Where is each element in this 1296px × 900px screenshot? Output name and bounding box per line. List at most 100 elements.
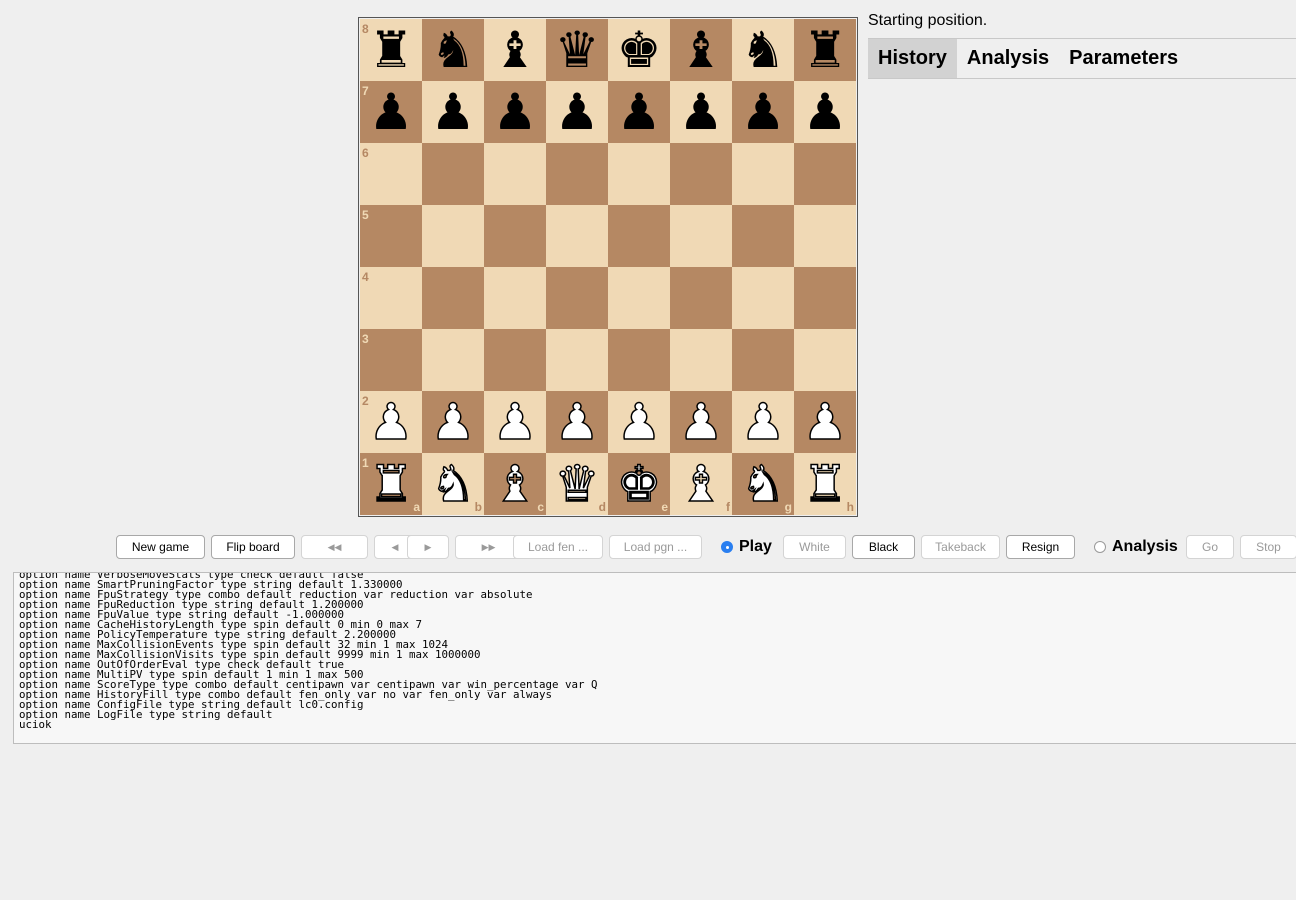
white-knight-icon[interactable]: ♞: [430, 458, 476, 510]
black-bishop-icon[interactable]: ♝: [679, 25, 724, 75]
square-g2[interactable]: ♟: [732, 391, 794, 453]
white-pawn-icon[interactable]: ♟: [492, 396, 538, 448]
square-b1[interactable]: ♞ b: [422, 453, 484, 515]
square-f1[interactable]: ♝ f: [670, 453, 732, 515]
first-move-button[interactable]: ◀◀: [301, 535, 368, 559]
square-a3[interactable]: 3: [360, 329, 422, 391]
square-g4[interactable]: [732, 267, 794, 329]
go-button[interactable]: Go: [1186, 535, 1234, 559]
square-d2[interactable]: ♟: [546, 391, 608, 453]
load-fen-button[interactable]: Load fen ...: [513, 535, 603, 559]
white-rook-icon[interactable]: ♜: [802, 458, 848, 510]
square-h3[interactable]: [794, 329, 856, 391]
square-b7[interactable]: ♟: [422, 81, 484, 143]
square-e2[interactable]: ♟: [608, 391, 670, 453]
white-pawn-icon[interactable]: ♟: [368, 396, 414, 448]
tab-analysis[interactable]: Analysis: [957, 39, 1059, 78]
black-queen-icon[interactable]: ♛: [555, 25, 600, 75]
load-pgn-button[interactable]: Load pgn ...: [609, 535, 702, 559]
takeback-button[interactable]: Takeback: [921, 535, 1000, 559]
analysis-radio[interactable]: [1094, 541, 1106, 553]
square-g3[interactable]: [732, 329, 794, 391]
square-h6[interactable]: [794, 143, 856, 205]
square-b6[interactable]: [422, 143, 484, 205]
square-f2[interactable]: ♟: [670, 391, 732, 453]
black-pawn-icon[interactable]: ♟: [493, 87, 538, 137]
white-knight-icon[interactable]: ♞: [740, 458, 786, 510]
black-king-icon[interactable]: ♚: [617, 25, 662, 75]
square-a1[interactable]: ♜ 1 a: [360, 453, 422, 515]
square-a2[interactable]: ♟ 2: [360, 391, 422, 453]
square-h7[interactable]: ♟: [794, 81, 856, 143]
square-b8[interactable]: ♞: [422, 19, 484, 81]
white-bishop-icon[interactable]: ♝: [678, 458, 724, 510]
black-rook-icon[interactable]: ♜: [803, 25, 848, 75]
square-c4[interactable]: [484, 267, 546, 329]
square-g1[interactable]: ♞ g: [732, 453, 794, 515]
square-h2[interactable]: ♟: [794, 391, 856, 453]
square-c1[interactable]: ♝ c: [484, 453, 546, 515]
square-e8[interactable]: ♚: [608, 19, 670, 81]
square-f6[interactable]: [670, 143, 732, 205]
tab-history[interactable]: History: [868, 39, 957, 78]
black-knight-icon[interactable]: ♞: [431, 25, 476, 75]
black-pawn-icon[interactable]: ♟: [617, 87, 662, 137]
square-h5[interactable]: [794, 205, 856, 267]
square-h8[interactable]: ♜: [794, 19, 856, 81]
square-d4[interactable]: [546, 267, 608, 329]
white-king-icon[interactable]: ♚: [616, 458, 662, 510]
square-f8[interactable]: ♝: [670, 19, 732, 81]
square-c6[interactable]: [484, 143, 546, 205]
square-a6[interactable]: 6: [360, 143, 422, 205]
play-radio[interactable]: [721, 541, 733, 553]
square-e7[interactable]: ♟: [608, 81, 670, 143]
square-e5[interactable]: [608, 205, 670, 267]
square-a5[interactable]: 5: [360, 205, 422, 267]
white-pawn-icon[interactable]: ♟: [616, 396, 662, 448]
square-e3[interactable]: [608, 329, 670, 391]
white-pawn-icon[interactable]: ♟: [678, 396, 724, 448]
engine-log[interactable]: option name VerboseMoveStats type check …: [13, 572, 1296, 744]
square-e4[interactable]: [608, 267, 670, 329]
square-f7[interactable]: ♟: [670, 81, 732, 143]
square-f5[interactable]: [670, 205, 732, 267]
new-game-button[interactable]: New game: [116, 535, 205, 559]
play-mode-option[interactable]: Play: [721, 535, 772, 559]
white-pawn-icon[interactable]: ♟: [740, 396, 786, 448]
black-pawn-icon[interactable]: ♟: [431, 87, 476, 137]
stop-button[interactable]: Stop: [1240, 535, 1296, 559]
square-c3[interactable]: [484, 329, 546, 391]
square-b5[interactable]: [422, 205, 484, 267]
play-black-button[interactable]: Black: [852, 535, 915, 559]
play-white-button[interactable]: White: [783, 535, 846, 559]
square-d6[interactable]: [546, 143, 608, 205]
black-pawn-icon[interactable]: ♟: [555, 87, 600, 137]
white-bishop-icon[interactable]: ♝: [492, 458, 538, 510]
black-knight-icon[interactable]: ♞: [741, 25, 786, 75]
square-e6[interactable]: [608, 143, 670, 205]
square-d1[interactable]: ♛ d: [546, 453, 608, 515]
square-a8[interactable]: ♜ 8: [360, 19, 422, 81]
square-g7[interactable]: ♟: [732, 81, 794, 143]
analysis-mode-option[interactable]: Analysis: [1094, 535, 1178, 559]
white-pawn-icon[interactable]: ♟: [554, 396, 600, 448]
square-c5[interactable]: [484, 205, 546, 267]
square-g5[interactable]: [732, 205, 794, 267]
white-pawn-icon[interactable]: ♟: [430, 396, 476, 448]
square-b2[interactable]: ♟: [422, 391, 484, 453]
square-d5[interactable]: [546, 205, 608, 267]
white-rook-icon[interactable]: ♜: [368, 458, 414, 510]
black-pawn-icon[interactable]: ♟: [369, 87, 414, 137]
black-pawn-icon[interactable]: ♟: [803, 87, 848, 137]
square-h1[interactable]: ♜ h: [794, 453, 856, 515]
square-f4[interactable]: [670, 267, 732, 329]
resign-button[interactable]: Resign: [1006, 535, 1075, 559]
square-g8[interactable]: ♞: [732, 19, 794, 81]
black-bishop-icon[interactable]: ♝: [493, 25, 538, 75]
square-d3[interactable]: [546, 329, 608, 391]
flip-board-button[interactable]: Flip board: [211, 535, 295, 559]
square-a4[interactable]: 4: [360, 267, 422, 329]
chess-board[interactable]: ♜ 8 ♞ ♝ ♛ ♚ ♝ ♞ ♜ ♟ 7 ♟ ♟ ♟ ♟ ♟ ♟ ♟ 6 5 4 3 ♟ 2 ♟ ♟ ♟ ♟ ♟ ♟ ♟ ♜ 1 a ♞ b ♝ c ♛ d…: [358, 17, 858, 517]
square-f3[interactable]: [670, 329, 732, 391]
square-d8[interactable]: ♛: [546, 19, 608, 81]
